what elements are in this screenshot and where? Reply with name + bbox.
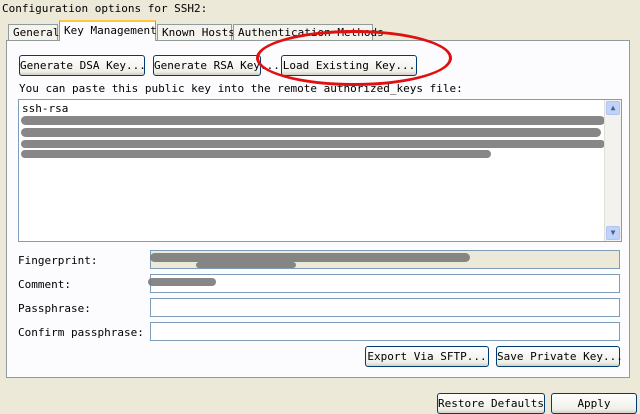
passphrase-label: Passphrase: xyxy=(18,302,91,315)
public-key-textarea[interactable]: ssh-rsa ▲ ▼ xyxy=(18,99,622,242)
redaction-mark xyxy=(21,128,601,137)
tab-key-management[interactable]: Key Management xyxy=(59,20,157,41)
comment-field[interactable] xyxy=(150,274,620,293)
generate-dsa-key-button[interactable]: Generate DSA Key... xyxy=(19,55,146,76)
load-existing-key-button[interactable]: Load Existing Key... xyxy=(281,55,417,76)
redaction-mark xyxy=(196,262,296,268)
redaction-mark xyxy=(148,278,216,286)
comment-label: Comment: xyxy=(18,278,71,291)
restore-defaults-button[interactable]: Restore Defaults xyxy=(437,393,545,414)
paste-hint-label: You can paste this public key into the r… xyxy=(19,82,463,95)
redaction-mark xyxy=(21,140,605,148)
redaction-mark xyxy=(21,116,605,125)
export-via-sftp-button[interactable]: Export Via SFTP... xyxy=(365,346,489,367)
window-title: Configuration options for SSH2: xyxy=(2,2,208,15)
generate-rsa-key-button[interactable]: Generate RSA Key... xyxy=(153,55,280,76)
tab-authentication-methods[interactable]: Authentication Methods xyxy=(233,24,384,40)
tab-known-hosts[interactable]: Known Hosts xyxy=(157,24,235,40)
scroll-up-icon[interactable]: ▲ xyxy=(606,101,620,115)
apply-button[interactable]: Apply xyxy=(551,393,637,414)
redaction-mark xyxy=(150,253,470,262)
key-scrollbar[interactable]: ▲ ▼ xyxy=(604,100,621,241)
confirm-passphrase-field[interactable] xyxy=(150,322,620,341)
confirm-passphrase-label: Confirm passphrase: xyxy=(18,326,144,339)
passphrase-field[interactable] xyxy=(150,298,620,317)
fingerprint-label: Fingerprint: xyxy=(18,254,98,267)
redaction-mark xyxy=(21,150,491,158)
scroll-down-icon[interactable]: ▼ xyxy=(606,226,620,240)
tab-general[interactable]: General xyxy=(8,24,59,40)
public-key-prefix: ssh-rsa xyxy=(22,102,69,115)
save-private-key-button[interactable]: Save Private Key... xyxy=(496,346,623,367)
